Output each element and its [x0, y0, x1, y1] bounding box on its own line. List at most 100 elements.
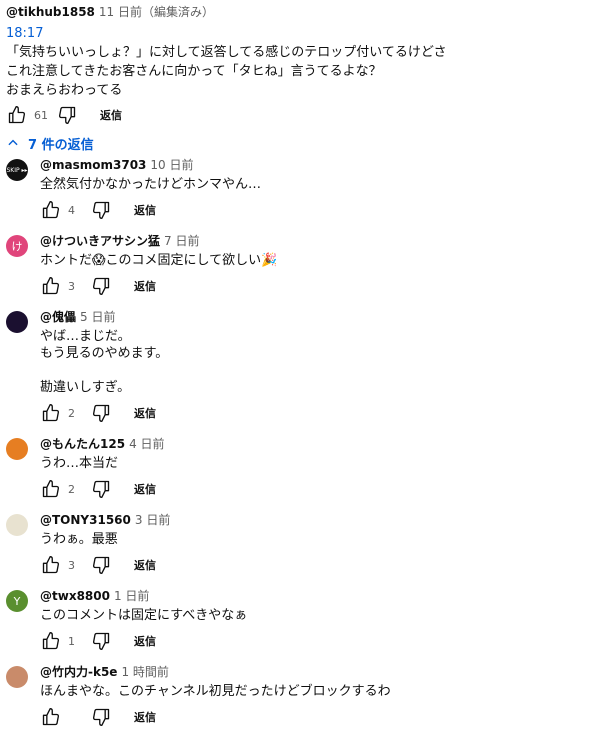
dislike-button[interactable]	[90, 630, 112, 652]
reply-author[interactable]: @twx8800	[40, 589, 110, 603]
reply-body: @masmom3703 10 日前全然気付かなかったけどホンマやん… 4 返信	[40, 157, 580, 233]
reply-author[interactable]: @masmom3703	[40, 158, 146, 172]
like-button[interactable]	[40, 478, 62, 500]
thumbs-down-icon	[91, 631, 111, 651]
like-count: 2	[68, 406, 75, 420]
avatar[interactable]	[6, 438, 28, 460]
reply-time[interactable]: 1 時間前	[121, 665, 168, 679]
like-count: 1	[68, 634, 75, 648]
reply-body: @twx8800 1 日前 このコメントは固定にすべきやなぁ 1 返信	[40, 588, 580, 664]
dislike-button[interactable]	[90, 402, 112, 424]
replies-toggle-label: 7 件の返信	[28, 137, 94, 153]
reply-time[interactable]: 3 日前	[135, 513, 170, 527]
reply-time[interactable]: 4 日前	[129, 437, 164, 451]
timestamp-link[interactable]: 18:17	[6, 25, 594, 43]
reply-item: @TONY31560 3 日前うわぁ。最悪 3 返信	[6, 512, 594, 588]
avatar[interactable]	[6, 666, 28, 688]
reply-header: @TONY31560 3 日前	[40, 512, 580, 529]
edited-label: （編集済み）	[142, 5, 215, 19]
thumbs-up-icon	[41, 631, 61, 651]
like-button[interactable]	[40, 630, 62, 652]
thumbs-up-icon	[41, 479, 61, 499]
reply-actions: 4 返信	[40, 195, 580, 225]
reply-time[interactable]: 10 日前	[150, 158, 193, 172]
reply-text: うわ…本当だ	[40, 456, 119, 471]
reply-button[interactable]: 返信	[134, 202, 156, 218]
reply-item: @竹内力-k5e 1 時間前ほんまやな。このチャンネル初見だったけどブロックするわ…	[6, 664, 594, 740]
reply-time[interactable]: 7 日前	[164, 234, 199, 248]
thumbs-down-icon	[91, 403, 111, 423]
reply-button[interactable]: 返信	[134, 481, 156, 497]
dislike-button[interactable]	[90, 275, 112, 297]
like-count: 61	[34, 108, 48, 122]
reply-actions: 1 返信	[40, 626, 580, 656]
reply-text: ほんまやな。このチャンネル初見だったけどブロックするわ	[40, 684, 391, 699]
reply-header: @もんたん125 4 日前	[40, 436, 580, 453]
like-button[interactable]	[40, 402, 62, 424]
reply-button[interactable]: 返信	[134, 633, 156, 649]
thumbs-up-icon	[41, 707, 61, 727]
like-button[interactable]	[40, 199, 62, 221]
reply-item: け @けついきアサシン猛 7 日前ホントだ😱このコメ固定にして欲しい🎉 3 返信	[6, 233, 594, 309]
reply-button[interactable]: 返信	[134, 709, 156, 725]
reply-header: @竹内力-k5e 1 時間前	[40, 664, 580, 681]
reply-button[interactable]: 返信	[134, 557, 156, 573]
avatar[interactable]: Y	[6, 590, 28, 612]
comment-text: 「気持ちいいっしょ？」に対して返答してる感じのテロップ付いてるけどさ これ注意し…	[6, 45, 447, 98]
reply-actions: 返信	[40, 702, 580, 732]
reply-item: @傀儡 5 日前 やば…まじだ。 もう見るのやめます。 勘違いしすぎ。 2 返信	[6, 309, 594, 436]
thumbs-up-icon	[41, 555, 61, 575]
thumbs-up-icon	[8, 106, 26, 124]
thumbs-up-icon	[41, 276, 61, 296]
comment-time[interactable]: 11 日前	[99, 5, 142, 19]
reply-header: @けついきアサシン猛 7 日前	[40, 233, 580, 250]
reply-button[interactable]: 返信	[100, 107, 122, 123]
like-button[interactable]	[40, 554, 62, 576]
chevron-up-icon	[6, 136, 20, 150]
thumbs-down-icon	[91, 200, 111, 220]
reply-header: @masmom3703 10 日前	[40, 157, 580, 174]
like-button[interactable]	[40, 706, 62, 728]
thumbs-down-icon	[91, 276, 111, 296]
reply-body: @もんたん125 4 日前 うわ…本当だ 2 返信	[40, 436, 580, 512]
reply-actions: 3 返信	[40, 550, 580, 580]
reply-body: @傀儡 5 日前 やば…まじだ。 もう見るのやめます。 勘違いしすぎ。 2 返信	[40, 309, 580, 436]
dislike-button[interactable]	[90, 554, 112, 576]
reply-button[interactable]: 返信	[134, 278, 156, 294]
reply-text: ホントだ😱このコメ固定にして欲しい🎉	[40, 253, 278, 268]
reply-author[interactable]: @けついきアサシン猛	[40, 234, 160, 248]
like-button[interactable]	[6, 104, 28, 126]
avatar[interactable]	[6, 514, 28, 536]
comment-author[interactable]: @tikhub1858	[6, 5, 95, 19]
dislike-button[interactable]	[90, 478, 112, 500]
thumbs-up-icon	[41, 403, 61, 423]
reply-text: うわぁ。最悪	[40, 532, 118, 547]
comment-header: @tikhub1858 11 日前（編集済み）	[6, 4, 594, 22]
dislike-button[interactable]	[90, 199, 112, 221]
thumbs-down-icon	[91, 555, 111, 575]
comment-actions: 61 返信	[6, 100, 594, 130]
avatar[interactable]	[6, 311, 28, 333]
reply-button[interactable]: 返信	[134, 405, 156, 421]
reply-header: @twx8800 1 日前	[40, 588, 580, 605]
reply-author[interactable]: @もんたん125	[40, 437, 125, 451]
avatar[interactable]: け	[6, 235, 28, 257]
like-count: 3	[68, 279, 75, 293]
reply-author[interactable]: @傀儡	[40, 310, 76, 324]
reply-actions: 2 返信	[40, 398, 580, 428]
dislike-button[interactable]	[90, 706, 112, 728]
like-count: 2	[68, 482, 75, 496]
reply-time[interactable]: 1 日前	[114, 589, 149, 603]
reply-body: @竹内力-k5e 1 時間前ほんまやな。このチャンネル初見だったけどブロックするわ…	[40, 664, 580, 740]
dislike-button[interactable]	[56, 104, 78, 126]
reply-author[interactable]: @竹内力-k5e	[40, 665, 117, 679]
reply-text: 全然気付かなかったけどホンマやん…	[40, 177, 262, 192]
replies-list: SKIP ▸▸ @masmom3703 10 日前全然気付かなかったけどホンマやん……	[6, 157, 594, 740]
reply-time[interactable]: 5 日前	[80, 310, 115, 324]
reply-body: @けついきアサシン猛 7 日前ホントだ😱このコメ固定にして欲しい🎉 3 返信	[40, 233, 580, 309]
reply-author[interactable]: @TONY31560	[40, 513, 131, 527]
reply-item: @もんたん125 4 日前 うわ…本当だ 2 返信	[6, 436, 594, 512]
replies-toggle[interactable]: 7 件の返信	[6, 133, 94, 153]
avatar[interactable]: SKIP ▸▸	[6, 159, 28, 181]
like-button[interactable]	[40, 275, 62, 297]
